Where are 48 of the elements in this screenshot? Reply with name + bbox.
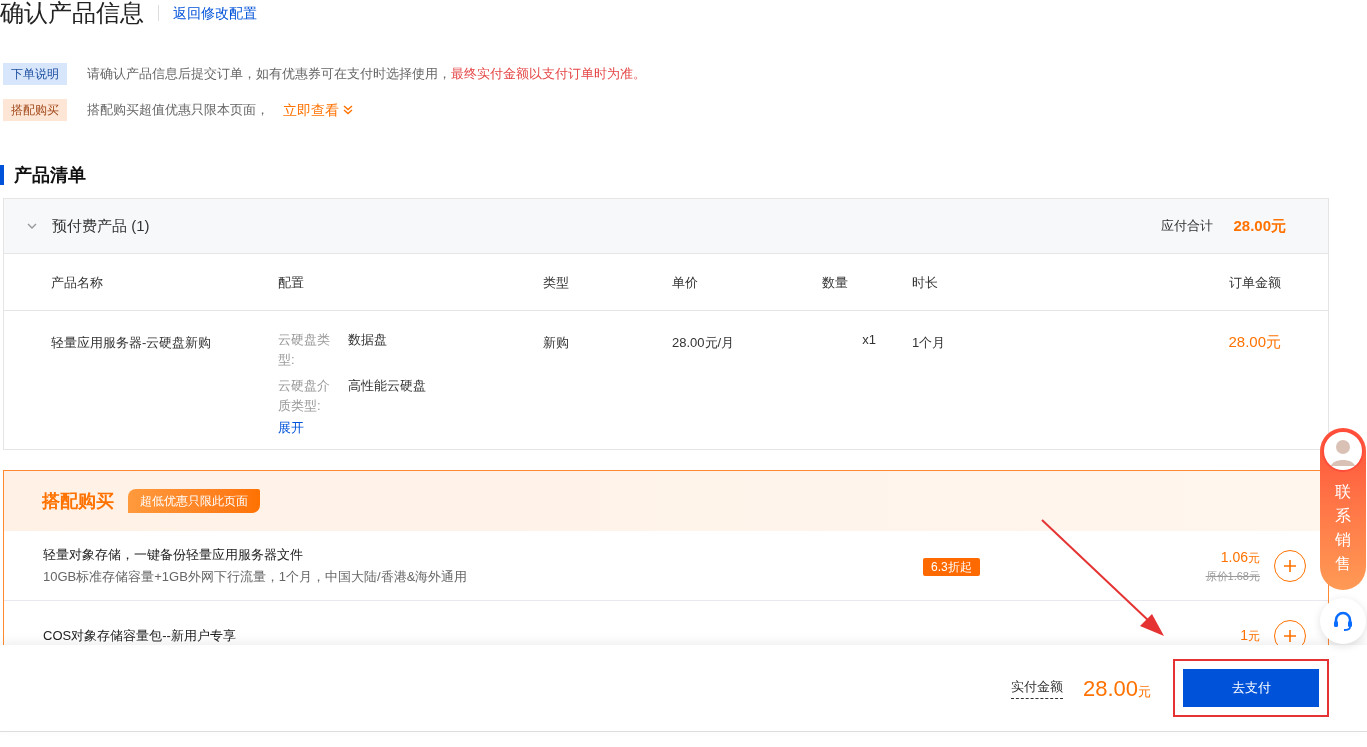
group-title: 预付费产品 (1) bbox=[52, 215, 150, 236]
contact-label: 联系销售 bbox=[1335, 482, 1351, 574]
item-price: 1元 bbox=[1240, 626, 1260, 645]
column-header: 数量 bbox=[822, 275, 848, 290]
section-title: 产品清单 bbox=[14, 163, 86, 187]
support-button[interactable] bbox=[1320, 598, 1366, 644]
column-header: 类型 bbox=[543, 275, 569, 290]
plus-icon bbox=[1283, 558, 1297, 573]
total-amount: 28.00元 bbox=[1233, 215, 1286, 236]
combo-title: 搭配购买 bbox=[42, 489, 114, 513]
column-header: 配置 bbox=[278, 275, 304, 290]
notice-tag: 下单说明 bbox=[3, 63, 67, 85]
notice-text: 请确认产品信息后提交订单，如有优惠券可在支付时选择使用， bbox=[87, 65, 451, 84]
original-price: 原价1.68元 bbox=[1205, 568, 1260, 584]
table-cell: 1个月 bbox=[912, 335, 946, 350]
double-chevron-icon bbox=[343, 105, 353, 115]
notice-text: 搭配购买超值优惠只限本页面， bbox=[87, 101, 269, 120]
item-title: COS对象存储容量包--新用户专享 bbox=[43, 626, 237, 645]
column-header: 时长 bbox=[912, 275, 938, 290]
table-cell-text: x1 bbox=[861, 331, 877, 349]
payable-label: 实付金额 bbox=[1010, 677, 1063, 699]
discount-badge: 6.3折起 bbox=[923, 557, 980, 576]
back-link[interactable]: 返回修改配置 bbox=[173, 2, 257, 24]
table-cell: 28.00元/月 bbox=[672, 335, 735, 350]
headset-icon bbox=[1332, 610, 1354, 632]
column-header: 单价 bbox=[672, 275, 698, 290]
column-header: 产品名称 bbox=[51, 275, 103, 290]
item-title: 轻量对象存储，一键备份轻量应用服务器文件 bbox=[43, 546, 304, 564]
expand-link[interactable]: 展开 bbox=[278, 418, 543, 438]
notice-tag: 搭配购买 bbox=[3, 99, 67, 121]
notice-warning: 最终实付金额以支付订单时为准。 bbox=[451, 65, 646, 84]
total-label: 应付合计 bbox=[1161, 217, 1214, 236]
plus-icon bbox=[1283, 628, 1297, 643]
payable-amount: 28.00元 bbox=[1082, 674, 1151, 703]
config-label: 云硬盘介质类型: bbox=[278, 377, 331, 415]
promo-badge: 超低优惠只限此页面 bbox=[128, 489, 260, 513]
config-value: 数据盘 bbox=[348, 331, 387, 349]
item-price: 1.06元 bbox=[1220, 547, 1260, 567]
table-cell: 新购 bbox=[543, 335, 569, 350]
pay-button[interactable]: 去支付 bbox=[1183, 669, 1319, 707]
column-header: 订单金额 bbox=[1229, 275, 1281, 290]
config-label: 云硬盘类型: bbox=[278, 331, 331, 369]
order-amount: 28.00元 bbox=[1228, 333, 1281, 350]
page-title: 确认产品信息 bbox=[0, 0, 144, 26]
avatar-icon bbox=[1322, 430, 1364, 472]
table-cell: 轻量应用服务器-云硬盘新购 bbox=[51, 335, 212, 350]
config-value: 高性能云硬盘 bbox=[348, 377, 426, 395]
item-description: 10GB标准存储容量+1GB外网下行流量，1个月，中国大陆/香港&海外通用 bbox=[43, 567, 469, 586]
